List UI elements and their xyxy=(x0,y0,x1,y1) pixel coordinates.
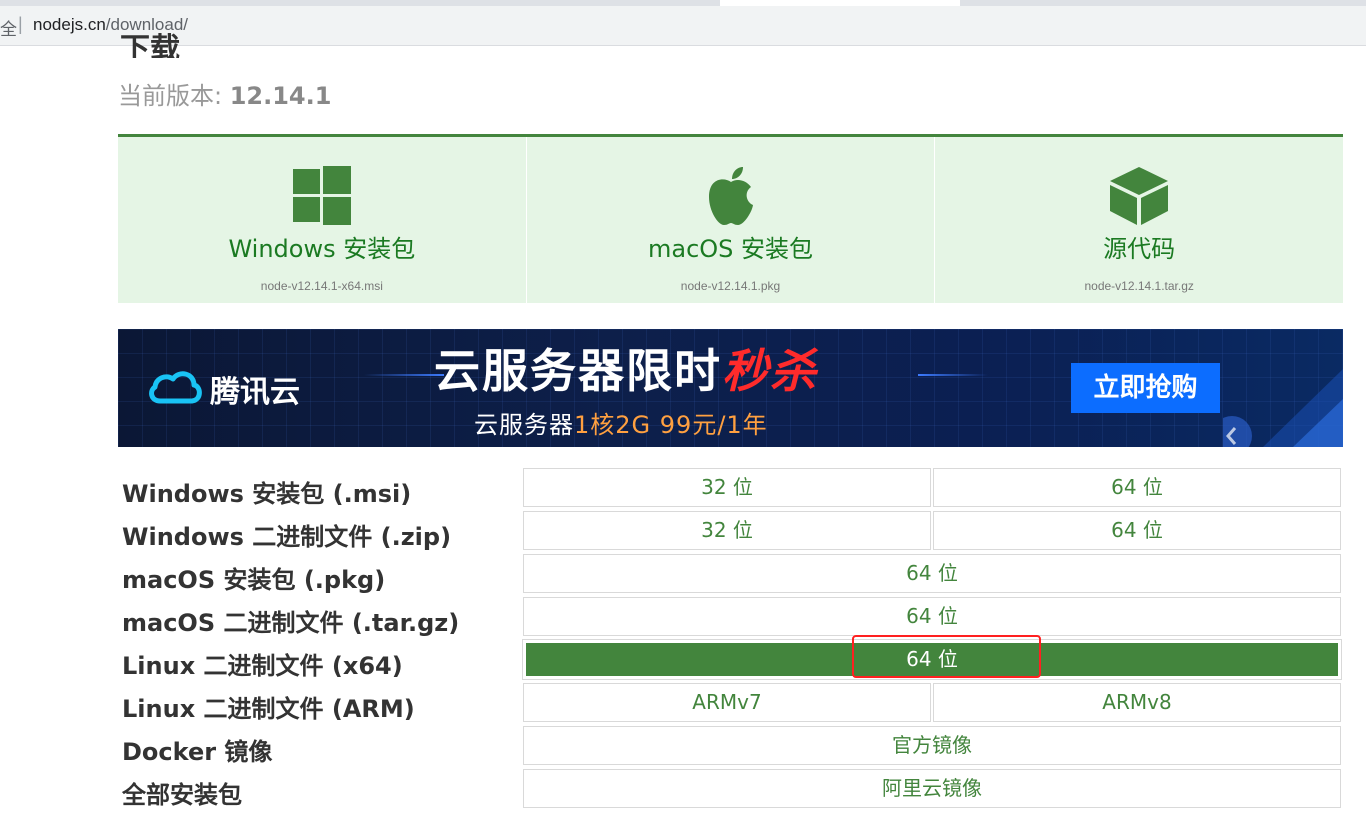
row-label: Windows 安装包 (.msi) xyxy=(122,480,412,508)
download-link[interactable]: 官方镜像 xyxy=(523,726,1341,765)
cube-icon xyxy=(1110,167,1169,225)
download-source-file: node-v12.14.1.tar.gz xyxy=(1084,279,1194,293)
download-source-label: 源代码 xyxy=(1103,235,1176,263)
banner-brand: 腾讯云 xyxy=(210,375,300,410)
table-row: Linux 二进制文件 (x64) 64 位 xyxy=(118,639,1343,681)
table-row: macOS 安装包 (.pkg) 64 位 xyxy=(118,554,1343,595)
current-version: 当前版本: 12.14.1 xyxy=(118,76,331,111)
row-label: macOS 二进制文件 (.tar.gz) xyxy=(122,609,460,637)
download-link[interactable]: 64 位 xyxy=(523,554,1341,593)
table-row: Linux 二进制文件 (ARM) ARMv7 ARMv8 xyxy=(118,683,1343,724)
table-row: Windows 二进制文件 (.zip) 32 位 64 位 xyxy=(118,511,1343,552)
download-link[interactable]: ARMv8 xyxy=(933,683,1341,722)
download-link[interactable]: 64 位 xyxy=(933,511,1341,550)
banner-buy-button[interactable]: 立即抢购 xyxy=(1071,363,1220,413)
table-row: Windows 安装包 (.msi) 32 位 64 位 xyxy=(118,468,1343,509)
row-label: Docker 镜像 xyxy=(122,738,273,766)
table-row: Docker 镜像 官方镜像 xyxy=(118,726,1343,767)
apple-icon xyxy=(708,167,753,225)
red-highlight-annotation xyxy=(852,635,1041,678)
url-host: nodejs.cn xyxy=(33,15,106,34)
banner-headline-main: 云服务器限时 xyxy=(434,344,722,398)
download-macos-file: node-v12.14.1.pkg xyxy=(680,279,781,293)
download-source-code[interactable]: 源代码 node-v12.14.1.tar.gz xyxy=(934,137,1343,303)
download-link[interactable]: 64 位 xyxy=(933,468,1341,507)
banner-subtitle: 云服务器1核2G 99元/1年 xyxy=(474,405,768,440)
download-macos-label: macOS 安装包 xyxy=(647,235,814,263)
windows-icon xyxy=(292,166,351,225)
row-label: macOS 安装包 (.pkg) xyxy=(122,566,386,594)
download-link[interactable]: 32 位 xyxy=(523,511,931,550)
banner-sub-price: 99元/1年 xyxy=(659,411,768,439)
download-link[interactable]: 64 位 xyxy=(523,597,1341,636)
row-label: 全部安装包 xyxy=(122,781,242,809)
version-label: 当前版本: xyxy=(118,82,230,110)
banner-divider-right xyxy=(918,374,988,376)
ad-banner[interactable]: 腾讯云 云服务器限时秒杀 云服务器1核2G 99元/1年 立即抢购 xyxy=(118,329,1343,447)
page-title: 下载 xyxy=(120,33,180,58)
address-bar[interactable]: 全 | nodejs.cn/download/ xyxy=(0,6,1366,46)
version-number: 12.14.1 xyxy=(229,82,332,110)
banner-divider-left xyxy=(364,374,444,376)
row-label: Linux 二进制文件 (ARM) xyxy=(122,695,415,723)
download-macos-installer[interactable]: macOS 安装包 node-v12.14.1.pkg xyxy=(525,137,935,303)
table-row: 全部安装包 阿里云镜像 xyxy=(118,769,1343,810)
download-windows-label: Windows 安装包 xyxy=(228,235,416,263)
download-windows-installer[interactable]: Windows 安装包 node-v12.14.1-x64.msi xyxy=(118,137,526,303)
download-link[interactable]: ARMv7 xyxy=(523,683,931,722)
address-bar-security-label: 全 xyxy=(0,20,17,40)
banner-headline-hot: 秒杀 xyxy=(722,344,818,398)
cloud-logo-icon xyxy=(149,371,202,404)
download-panel: Windows 安装包 node-v12.14.1-x64.msi macOS … xyxy=(118,134,1343,303)
row-label: Linux 二进制文件 (x64) xyxy=(122,652,403,680)
banner-sub-prefix: 云服务器 xyxy=(474,411,574,439)
row-label: Windows 二进制文件 (.zip) xyxy=(122,523,452,551)
banner-sub-spec: 1核2G xyxy=(574,411,652,439)
banner-decoration xyxy=(1223,369,1343,447)
address-bar-separator: | xyxy=(18,14,23,34)
download-link[interactable]: 阿里云镜像 xyxy=(523,769,1341,808)
table-row: macOS 二进制文件 (.tar.gz) 64 位 xyxy=(118,597,1343,638)
download-link[interactable]: 32 位 xyxy=(523,468,931,507)
banner-headline: 云服务器限时秒杀 xyxy=(434,335,818,401)
download-windows-file: node-v12.14.1-x64.msi xyxy=(260,279,383,293)
